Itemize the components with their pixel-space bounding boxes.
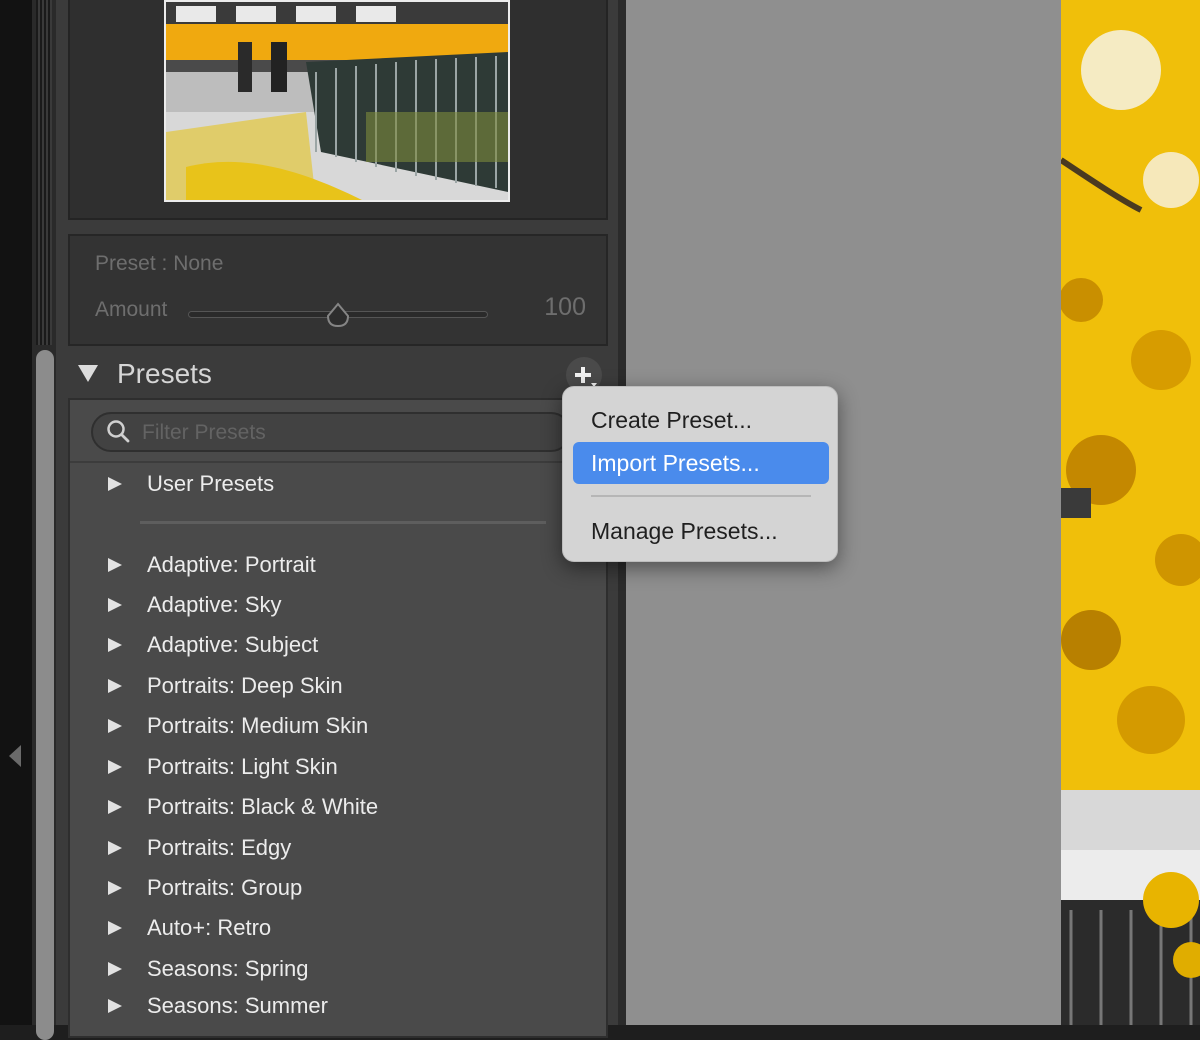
preset-group-label: Adaptive: Portrait: [147, 552, 316, 577]
filter-presets-input[interactable]: [140, 418, 544, 448]
preset-group[interactable]: Adaptive: Subject: [100, 628, 580, 664]
disclosure-triangle-icon[interactable]: [108, 800, 122, 814]
search-icon: [107, 420, 130, 443]
preset-group-label: Auto+: Retro: [147, 915, 272, 940]
menu-item-create-preset[interactable]: Create Preset...: [573, 399, 829, 441]
presets-title: Presets: [117, 358, 212, 389]
preset-group[interactable]: Seasons: Spring: [100, 952, 580, 988]
preset-group-label: Portraits: Edgy: [147, 835, 292, 860]
preset-group[interactable]: Seasons: Summer: [100, 989, 580, 1025]
preset-group[interactable]: Portraits: Deep Skin: [100, 669, 580, 705]
collapse-triangle-icon[interactable]: [78, 365, 98, 382]
thumbnail-image: [166, 2, 508, 200]
disclosure-triangle-icon[interactable]: [108, 679, 122, 693]
disclosure-triangle-icon[interactable]: [108, 999, 122, 1013]
preset-group-label: Portraits: Light Skin: [147, 754, 338, 779]
preset-group-label: Adaptive: Subject: [147, 632, 319, 657]
preset-group-label: User Presets: [147, 471, 275, 496]
preset-group-label: Seasons: Summer: [147, 993, 328, 1018]
photo-thumbnail[interactable]: [164, 0, 510, 202]
disclosure-triangle-icon[interactable]: [108, 962, 122, 976]
preset-status-label: Preset : None: [95, 252, 224, 275]
preset-group-label: Portraits: Deep Skin: [147, 673, 343, 698]
main-photo[interactable]: [1061, 0, 1200, 1025]
disclosure-triangle-icon[interactable]: [108, 760, 122, 774]
disclosure-triangle-icon[interactable]: [108, 921, 122, 935]
preset-group-label: Portraits: Medium Skin: [147, 713, 369, 738]
amount-value: 100: [544, 293, 586, 321]
disclosure-triangle-icon[interactable]: [108, 558, 122, 572]
menu-item-manage-presets[interactable]: Manage Presets...: [573, 510, 829, 552]
quick-develop-panel: [68, 234, 608, 346]
scrollbar-thumb[interactable]: [36, 350, 54, 1040]
preset-group-label: Portraits: Black & White: [147, 794, 379, 819]
preset-group-label: Seasons: Spring: [147, 956, 309, 981]
scrollbar-grip: [36, 0, 52, 345]
amount-label: Amount: [95, 298, 168, 321]
photo-image: [1061, 0, 1200, 1025]
preset-group[interactable]: Portraits: Light Skin: [100, 750, 580, 786]
left-edge-strip: [0, 0, 32, 1025]
preset-group[interactable]: Portraits: Black & White: [100, 790, 580, 826]
amount-slider-thumb[interactable]: [326, 302, 350, 328]
preset-group[interactable]: Adaptive: Portrait: [100, 548, 580, 584]
list-divider: [140, 521, 546, 524]
preset-group-user-presets[interactable]: User Presets: [100, 467, 580, 503]
disclosure-triangle-icon[interactable]: [108, 638, 122, 652]
preset-group[interactable]: Portraits: Group: [100, 871, 580, 907]
disclosure-triangle-icon[interactable]: [108, 719, 122, 733]
filter-separator: [70, 461, 606, 463]
preset-group[interactable]: Portraits: Edgy: [100, 831, 580, 867]
disclosure-triangle-icon[interactable]: [108, 841, 122, 855]
disclosure-triangle-icon[interactable]: [108, 598, 122, 612]
preset-group[interactable]: Auto+: Retro: [100, 911, 580, 947]
preset-group[interactable]: Adaptive: Sky: [100, 588, 580, 624]
preset-group-label: Portraits: Group: [147, 875, 303, 900]
preset-group-label: Adaptive: Sky: [147, 592, 282, 617]
left-arrow-icon[interactable]: [9, 745, 21, 767]
menu-item-import-presets[interactable]: Import Presets...: [573, 442, 829, 484]
add-preset-menu: Create Preset... Import Presets... Manag…: [562, 386, 838, 562]
disclosure-triangle-icon[interactable]: [108, 881, 122, 895]
disclosure-triangle-icon[interactable]: [108, 477, 122, 491]
preset-group[interactable]: Portraits: Medium Skin: [100, 709, 580, 745]
menu-separator: [591, 495, 811, 497]
